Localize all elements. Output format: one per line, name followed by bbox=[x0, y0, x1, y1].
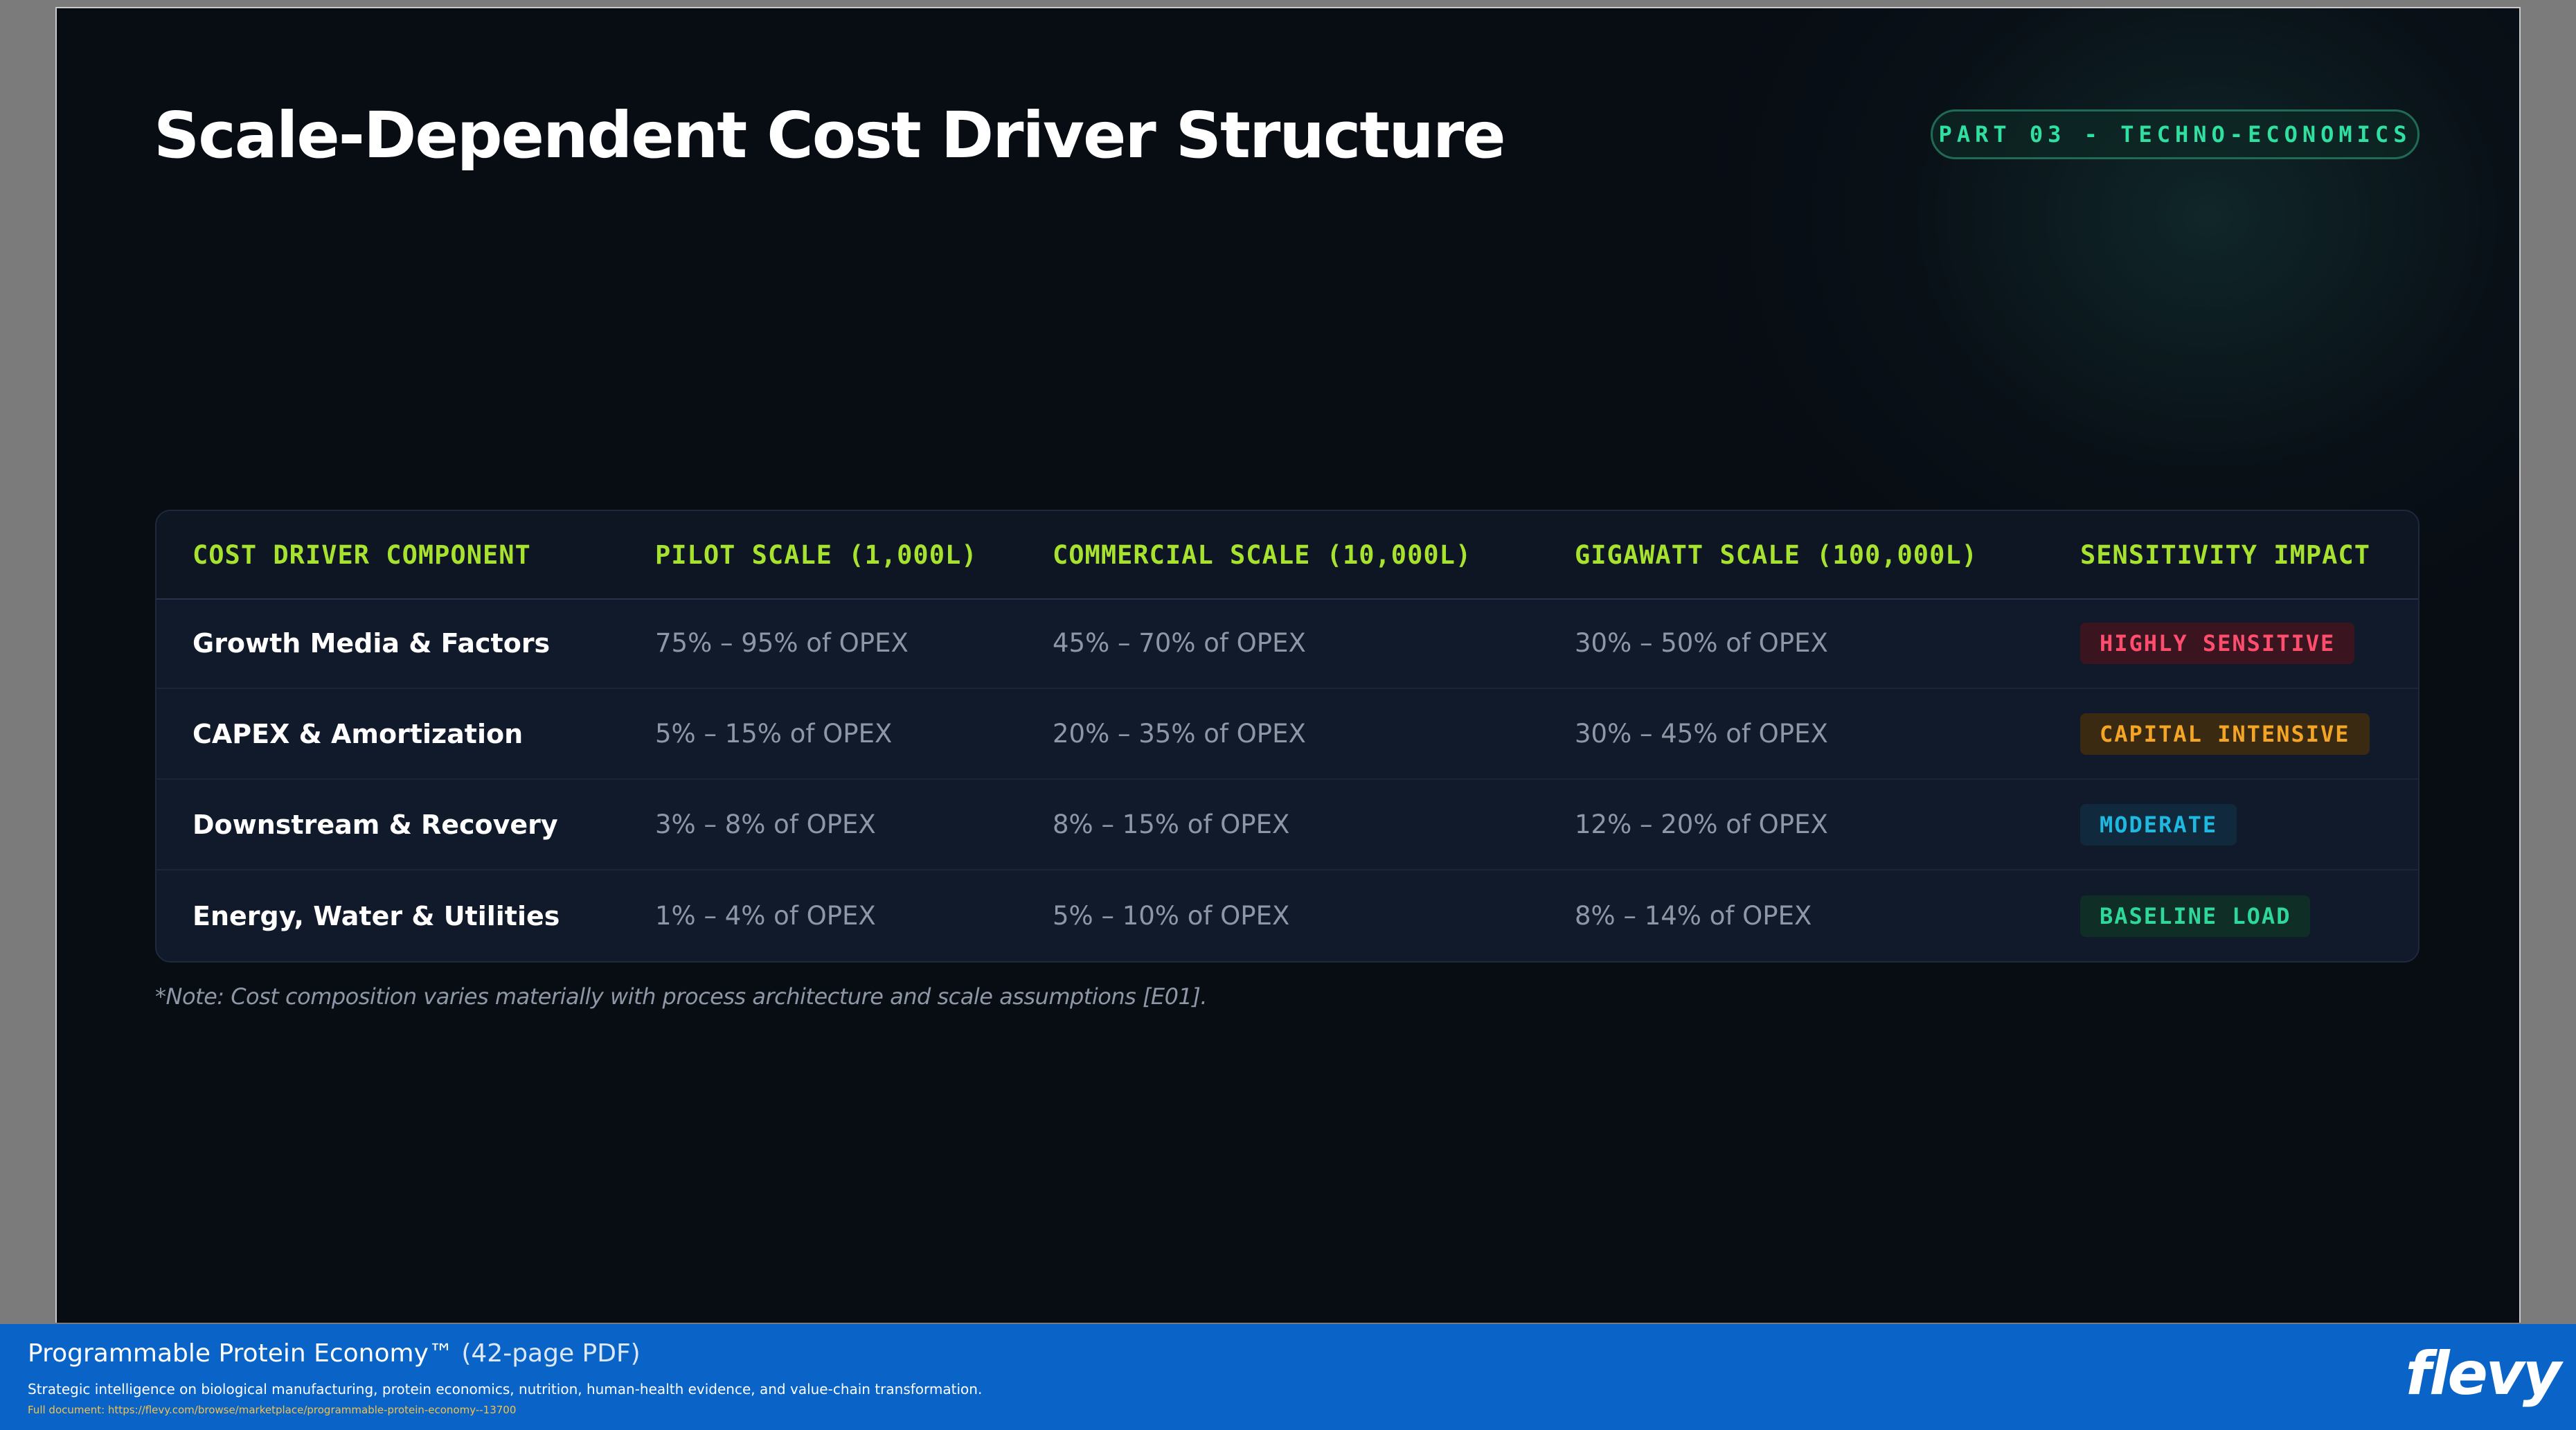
component-name: Downstream & Recovery bbox=[193, 809, 558, 840]
pilot-value: 1% – 4% of OPEX bbox=[655, 901, 876, 931]
document-page-count: (42-page PDF) bbox=[461, 1339, 641, 1368]
document-description: Strategic intelligence on biological man… bbox=[28, 1381, 983, 1397]
page-title: Scale-Dependent Cost Driver Structure bbox=[154, 98, 1506, 172]
impact-badge: HIGHLY SENSITIVE bbox=[2080, 622, 2355, 664]
commercial-value: 5% – 10% of OPEX bbox=[1053, 901, 1290, 931]
component-name: Growth Media & Factors bbox=[193, 627, 551, 659]
table-header-row: COST DRIVER COMPONENT PILOT SCALE (1,000… bbox=[156, 511, 2418, 600]
impact-badge: MODERATE bbox=[2080, 803, 2237, 846]
document-name: Programmable Protein Economy™ bbox=[28, 1339, 454, 1368]
impact-cell: BASELINE LOAD bbox=[2080, 870, 2311, 961]
impact-cell: CAPITAL INTENSIVE bbox=[2080, 689, 2370, 778]
component-name: Energy, Water & Utilities bbox=[193, 900, 560, 931]
gigawatt-value: 12% – 20% of OPEX bbox=[1575, 810, 1828, 839]
component-name: CAPEX & Amortization bbox=[193, 718, 524, 749]
footnote: *Note: Cost composition varies materiall… bbox=[155, 983, 1208, 1010]
table-row: Downstream & Recovery 3% – 8% of OPEX 8%… bbox=[156, 780, 2418, 870]
column-header: GIGAWATT SCALE (100,000L) bbox=[1575, 539, 1978, 570]
column-header: COMMERCIAL SCALE (10,000L) bbox=[1053, 539, 1472, 570]
document-title: Programmable Protein Economy™ (42-page P… bbox=[28, 1339, 641, 1368]
table-row: CAPEX & Amortization 5% – 15% of OPEX 20… bbox=[156, 689, 2418, 780]
flevy-logo: flevy bbox=[2405, 1339, 2561, 1409]
column-header: PILOT SCALE (1,000L) bbox=[655, 539, 978, 570]
pilot-value: 5% – 15% of OPEX bbox=[655, 719, 893, 749]
table-row: Energy, Water & Utilities 1% – 4% of OPE… bbox=[156, 870, 2418, 961]
impact-badge: CAPITAL INTENSIVE bbox=[2080, 713, 2370, 755]
pilot-value: 3% – 8% of OPEX bbox=[655, 810, 876, 839]
document-link[interactable]: Full document: https://flevy.com/browse/… bbox=[28, 1404, 516, 1416]
impact-cell: MODERATE bbox=[2080, 780, 2237, 869]
document-banner: Programmable Protein Economy™ (42-page P… bbox=[0, 1324, 2576, 1430]
table-row: Growth Media & Factors 75% – 95% of OPEX… bbox=[156, 598, 2418, 689]
commercial-value: 8% – 15% of OPEX bbox=[1053, 810, 1290, 839]
cost-driver-table: COST DRIVER COMPONENT PILOT SCALE (1,000… bbox=[155, 510, 2420, 963]
commercial-value: 20% – 35% of OPEX bbox=[1053, 719, 1306, 749]
commercial-value: 45% – 70% of OPEX bbox=[1053, 628, 1306, 658]
section-tag: PART 03 - TECHNO-ECONOMICS bbox=[1931, 109, 2420, 159]
gigawatt-value: 30% – 45% of OPEX bbox=[1575, 719, 1828, 749]
gigawatt-value: 30% – 50% of OPEX bbox=[1575, 628, 1828, 658]
impact-badge: BASELINE LOAD bbox=[2080, 895, 2311, 937]
pilot-value: 75% – 95% of OPEX bbox=[655, 628, 909, 658]
impact-cell: HIGHLY SENSITIVE bbox=[2080, 598, 2355, 688]
slide: Scale-Dependent Cost Driver Structure PA… bbox=[55, 7, 2521, 1323]
column-header: SENSITIVITY IMPACT bbox=[2080, 539, 2370, 570]
column-header: COST DRIVER COMPONENT bbox=[193, 539, 531, 570]
gigawatt-value: 8% – 14% of OPEX bbox=[1575, 901, 1812, 931]
